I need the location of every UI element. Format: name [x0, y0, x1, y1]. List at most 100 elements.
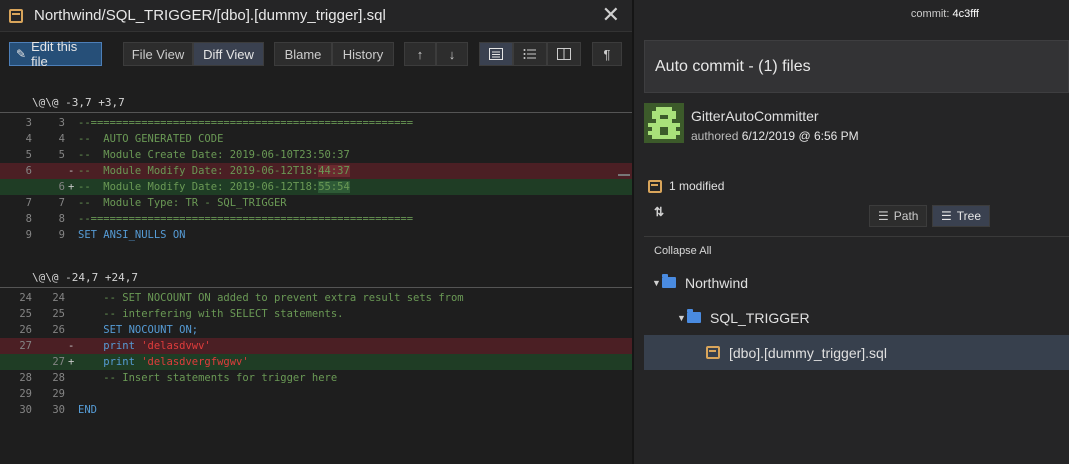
- editor-titlebar: Northwind/SQL_TRIGGER/[dbo].[dummy_trigg…: [0, 0, 632, 32]
- authored-label: authored: [691, 129, 739, 143]
- old-line-number: 6: [25, 165, 32, 177]
- changed-segment: 44:37: [318, 165, 350, 177]
- new-line-number: 8: [58, 213, 65, 225]
- arrow-down-icon[interactable]: ↓: [436, 42, 468, 66]
- code-text: --======================================…: [78, 115, 413, 131]
- diff-marker: -: [68, 165, 75, 177]
- string-literal: 'delasdvergfwgwv': [141, 356, 249, 368]
- changed-segment: 55:54: [318, 181, 350, 193]
- code-segment: print: [78, 356, 142, 368]
- folder-icon: [687, 309, 701, 323]
- new-line-number: 26: [52, 324, 65, 336]
- old-line-number: 24: [19, 292, 32, 304]
- old-line-number: 7: [25, 197, 32, 209]
- diff-editor-pane: Northwind/SQL_TRIGGER/[dbo].[dummy_trigg…: [0, 0, 632, 464]
- avatar: [644, 103, 684, 143]
- old-line-number: 27: [19, 340, 32, 352]
- file-icon: [9, 8, 23, 23]
- lines-icon: ☰: [941, 209, 952, 223]
- code-segment: print: [78, 340, 142, 352]
- collapse-all-button[interactable]: Collapse All: [654, 245, 711, 257]
- code-text: -- Module Type: TR - SQL_TRIGGER: [78, 195, 287, 211]
- code-text: -- AUTO GENERATED CODE: [78, 131, 223, 147]
- path-view-button[interactable]: ☰ Path: [869, 205, 928, 227]
- code-segment: -- interfering with SELECT statements.: [78, 308, 344, 320]
- tree-folder-northwind[interactable]: ▼ Northwind: [644, 265, 1069, 300]
- code-text: -- Module Modify Date: 2019-06-12T18:44:…: [78, 163, 350, 179]
- folder-icon: [662, 274, 676, 288]
- new-line-number: 7: [58, 197, 65, 209]
- hunk-header-text: \@\@ -3,7 +3,7: [32, 96, 125, 109]
- tree-view-label: Tree: [956, 209, 981, 223]
- hunk-header: \@\@ -24,7 +24,7: [0, 270, 632, 288]
- authored-line: authored 6/12/2019 @ 6:56 PM: [691, 129, 859, 143]
- code-text: SET ANSI_NULLS ON: [78, 227, 185, 243]
- inline-view-icon[interactable]: [479, 42, 513, 66]
- diff-line: 4 4 -- AUTO GENERATED CODE: [0, 131, 632, 147]
- diff-line: 27 + print 'delasdvergfwgwv': [0, 354, 632, 370]
- new-line-number: 24: [52, 292, 65, 304]
- old-line-number: 3: [25, 117, 32, 129]
- code-text: -- Insert statements for trigger here: [78, 370, 337, 386]
- code-text: SET NOCOUNT ON;: [78, 322, 198, 338]
- expand-arrow-icon[interactable]: ▼: [677, 313, 687, 323]
- new-line-number: 3: [58, 117, 65, 129]
- commit-id-value: 4c3fff: [952, 8, 979, 20]
- pencil-icon: ✎: [16, 47, 27, 61]
- modified-summary: 1 modified: [648, 179, 724, 193]
- tree-folder-sql-trigger[interactable]: ▼ SQL_TRIGGER: [644, 300, 1069, 335]
- code-segment: SET ANSI_NULLS ON: [78, 229, 186, 241]
- tree-view-button[interactable]: ☰ Tree: [932, 205, 990, 227]
- arrow-up-icon[interactable]: ↑: [404, 42, 436, 66]
- commit-id: commit: 4c3fff: [634, 0, 1059, 28]
- diff-line: 3 3 --====================================…: [0, 115, 632, 131]
- diff-marker: +: [68, 356, 75, 368]
- scroll-indicator[interactable]: [618, 174, 630, 176]
- expand-arrow-icon[interactable]: ▼: [652, 278, 662, 288]
- code-text: print 'delasdvergfwgwv': [78, 354, 249, 370]
- diff-line: 7 7 -- Module Type: TR - SQL_TRIGGER: [0, 195, 632, 211]
- old-line-number: 4: [25, 133, 32, 145]
- tree-label: Northwind: [685, 274, 749, 291]
- diff-line: 25 25 -- interfering with SELECT statemen…: [0, 306, 632, 322]
- diff-line: 30 30 END: [0, 402, 632, 418]
- code-text: END: [78, 402, 97, 418]
- diff-line: 8 8 --====================================…: [0, 211, 632, 227]
- diff-marker: +: [68, 181, 75, 193]
- code-text: -- Module Create Date: 2019-06-10T23:50:…: [78, 147, 350, 163]
- code-segment: -- AUTO GENERATED CODE: [78, 133, 224, 145]
- pilcrow-icon[interactable]: ¶: [592, 42, 622, 66]
- blame-button[interactable]: Blame: [274, 42, 332, 66]
- author-name: GitterAutoCommitter: [691, 108, 819, 124]
- diff-view-button[interactable]: Diff View: [193, 42, 264, 66]
- new-line-number: 6: [58, 181, 65, 193]
- modified-count: 1 modified: [669, 179, 725, 193]
- code-segment: END: [78, 404, 97, 416]
- old-line-number: 25: [19, 308, 32, 320]
- new-line-number: 4: [58, 133, 65, 145]
- code-segment: -- Module Type: TR - SQL_TRIGGER: [78, 197, 287, 209]
- sort-icon[interactable]: ⇅: [654, 205, 664, 219]
- new-line-number: 30: [52, 404, 65, 416]
- diff-line: 26 26 SET NOCOUNT ON;: [0, 322, 632, 338]
- tree-file-dummy-trigger[interactable]: [dbo].[dummy_trigger].sql: [644, 335, 1069, 370]
- commit-message: Auto commit - (1) files: [644, 40, 1069, 93]
- old-line-number: 29: [19, 388, 32, 400]
- old-line-number: 9: [25, 229, 32, 241]
- path-view-label: Path: [893, 209, 919, 223]
- edit-file-label: Edit this file: [31, 39, 78, 69]
- code-segment: --======================================…: [78, 117, 414, 129]
- old-line-number: 5: [25, 149, 32, 161]
- hunk-header: \@\@ -3,7 +3,7: [0, 95, 632, 113]
- list-view-icon[interactable]: [513, 42, 547, 66]
- edit-file-button[interactable]: ✎ Edit this file: [9, 39, 102, 69]
- file-icon: [706, 346, 720, 359]
- close-icon[interactable]: ✕: [602, 4, 620, 26]
- split-view-icon[interactable]: [547, 42, 581, 66]
- lines-icon: ☰: [878, 209, 889, 223]
- code-segment: --======================================…: [78, 213, 414, 225]
- history-button[interactable]: History: [332, 42, 394, 66]
- file-view-button[interactable]: File View: [123, 42, 193, 66]
- tree-label: [dbo].[dummy_trigger].sql: [729, 344, 887, 361]
- diff-line: 27 - print 'delasdvwv': [0, 338, 632, 354]
